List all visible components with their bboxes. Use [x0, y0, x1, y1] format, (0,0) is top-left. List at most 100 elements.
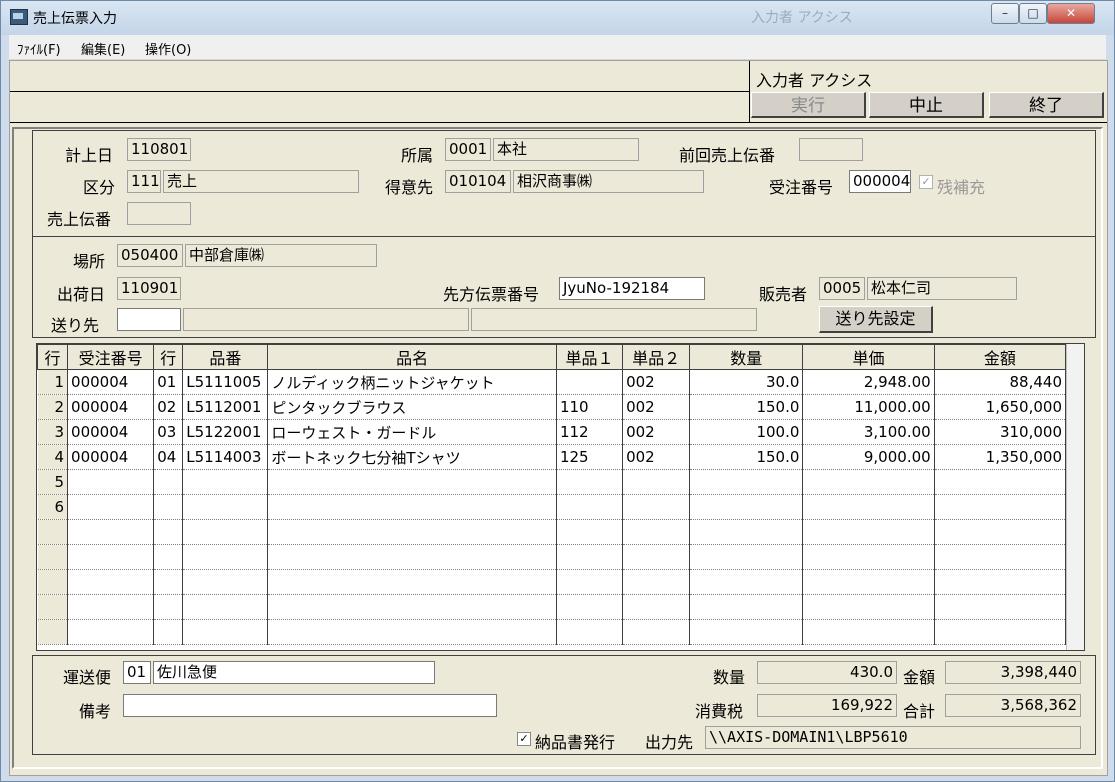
- col-header-line[interactable]: 行: [37, 344, 69, 370]
- seller-code-field[interactable]: 0005: [819, 277, 865, 300]
- cell-item-code[interactable]: [182, 594, 269, 620]
- cell-unit-price[interactable]: 11,000.00: [802, 394, 935, 420]
- table-row[interactable]: [37, 569, 1067, 595]
- cell-item-name[interactable]: ピンタックブラウス: [267, 394, 557, 420]
- cell-amount[interactable]: 88,440: [934, 369, 1067, 395]
- cell-quantity[interactable]: 30.0: [689, 369, 804, 395]
- cell-variant2[interactable]: 002: [622, 444, 691, 470]
- cell-item-code[interactable]: [182, 494, 269, 520]
- cell-order-line[interactable]: [153, 569, 184, 595]
- cell-quantity[interactable]: [689, 494, 804, 520]
- cell-item-code[interactable]: [182, 469, 269, 495]
- table-row[interactable]: [37, 544, 1067, 570]
- cell-variant2[interactable]: 002: [622, 394, 691, 420]
- grid-scrollbar[interactable]: [1066, 344, 1084, 650]
- cell-item-name[interactable]: ローウェスト・ガードル: [267, 419, 557, 445]
- cell-item-name[interactable]: [267, 494, 557, 520]
- cell-amount[interactable]: 1,650,000: [934, 394, 1067, 420]
- division-code-field[interactable]: 111: [127, 170, 161, 193]
- col-header-quantity[interactable]: 数量: [689, 344, 804, 370]
- place-code-field[interactable]: 050400: [117, 244, 183, 267]
- cell-item-code[interactable]: [182, 619, 269, 645]
- customer-code-field[interactable]: 010104: [445, 170, 511, 193]
- cell-unit-price[interactable]: 3,100.00: [802, 419, 935, 445]
- cell-variant1[interactable]: 110: [556, 394, 624, 420]
- table-row[interactable]: [37, 619, 1067, 645]
- cell-order-no[interactable]: [67, 594, 155, 620]
- cell-order-line[interactable]: [153, 544, 184, 570]
- table-row[interactable]: 1 000004 01 L5111005 ノルディック柄ニットジャケット 002 30.0 2…: [37, 369, 1067, 395]
- cell-variant2[interactable]: [622, 594, 691, 620]
- cell-unit-price[interactable]: [802, 594, 935, 620]
- cell-quantity[interactable]: 150.0: [689, 394, 804, 420]
- table-row[interactable]: 5: [37, 469, 1067, 495]
- dept-code-field[interactable]: 0001: [445, 138, 491, 161]
- table-row[interactable]: [37, 519, 1067, 545]
- cell-order-line[interactable]: [153, 494, 184, 520]
- cell-amount[interactable]: [934, 494, 1067, 520]
- menu-edit[interactable]: 編集(E): [81, 39, 125, 58]
- cell-quantity[interactable]: [689, 469, 804, 495]
- cell-item-name[interactable]: ボートネック七分袖Tシャツ: [267, 444, 557, 470]
- cell-order-no[interactable]: [67, 494, 155, 520]
- cell-item-name[interactable]: [267, 469, 557, 495]
- cell-item-name[interactable]: [267, 619, 557, 645]
- cell-order-no[interactable]: 000004: [67, 444, 155, 470]
- carrier-code-field[interactable]: 01: [123, 661, 151, 684]
- cell-order-line[interactable]: 01: [153, 369, 184, 395]
- cell-unit-price[interactable]: [802, 469, 935, 495]
- cell-order-no[interactable]: [67, 569, 155, 595]
- cell-unit-price[interactable]: 2,948.00: [802, 369, 935, 395]
- ship-date-field[interactable]: 110901: [117, 277, 181, 300]
- carrier-name-field[interactable]: 佐川急便: [153, 661, 435, 684]
- cell-unit-price[interactable]: [802, 494, 935, 520]
- cell-variant1[interactable]: [556, 544, 624, 570]
- cell-quantity[interactable]: [689, 544, 804, 570]
- cell-variant2[interactable]: [622, 569, 691, 595]
- cell-amount[interactable]: [934, 544, 1067, 570]
- cell-item-code[interactable]: [182, 569, 269, 595]
- cell-order-no[interactable]: [67, 619, 155, 645]
- order-no-field[interactable]: 000004: [849, 170, 911, 193]
- cell-order-line[interactable]: [153, 519, 184, 545]
- table-row[interactable]: 3 000004 03 L5122001 ローウェスト・ガードル 112 002 100.0 3…: [37, 419, 1067, 445]
- cell-variant1[interactable]: 112: [556, 419, 624, 445]
- cell-variant2[interactable]: [622, 519, 691, 545]
- cell-variant1[interactable]: [556, 469, 624, 495]
- cell-quantity[interactable]: [689, 594, 804, 620]
- destination-code-field[interactable]: [117, 308, 181, 331]
- cell-variant1[interactable]: [556, 494, 624, 520]
- close-button[interactable]: 終了: [989, 92, 1104, 118]
- cancel-button[interactable]: 中止: [869, 92, 984, 118]
- slip-field[interactable]: [127, 202, 191, 225]
- cell-unit-price[interactable]: [802, 619, 935, 645]
- execute-button[interactable]: 実行: [751, 92, 866, 118]
- cell-item-name[interactable]: [267, 519, 557, 545]
- cell-unit-price[interactable]: [802, 519, 935, 545]
- col-header-variant2[interactable]: 単品２: [622, 344, 691, 370]
- cell-amount[interactable]: [934, 469, 1067, 495]
- cell-variant2[interactable]: [622, 619, 691, 645]
- cell-order-no[interactable]: 000004: [67, 369, 155, 395]
- cell-item-code[interactable]: L5114003: [182, 444, 269, 470]
- cell-variant2[interactable]: [622, 469, 691, 495]
- remote-slip-field[interactable]: JyuNo-192184: [559, 277, 705, 300]
- cell-order-no[interactable]: [67, 519, 155, 545]
- cell-amount[interactable]: 1,350,000: [934, 444, 1067, 470]
- cell-item-code[interactable]: [182, 519, 269, 545]
- cell-unit-price[interactable]: [802, 544, 935, 570]
- delivery-note-checkbox[interactable]: ✓: [517, 732, 531, 746]
- cell-order-no[interactable]: [67, 544, 155, 570]
- minimize-icon[interactable]: –: [991, 3, 1019, 24]
- col-header-unit-price[interactable]: 単価: [802, 344, 935, 370]
- col-header-order-no[interactable]: 受注番号: [67, 344, 155, 370]
- cell-variant1[interactable]: [556, 569, 624, 595]
- col-header-item-name[interactable]: 品名: [267, 344, 557, 370]
- cell-variant2[interactable]: 002: [622, 419, 691, 445]
- cell-order-line[interactable]: [153, 469, 184, 495]
- close-icon[interactable]: ✕: [1047, 3, 1095, 24]
- cell-order-no[interactable]: 000004: [67, 419, 155, 445]
- destination-setting-button[interactable]: 送り先設定: [819, 306, 933, 333]
- date-field[interactable]: 110801: [127, 138, 191, 161]
- table-row[interactable]: 2 000004 02 L5112001 ピンタックブラウス 110 002 150.0 11,…: [37, 394, 1067, 420]
